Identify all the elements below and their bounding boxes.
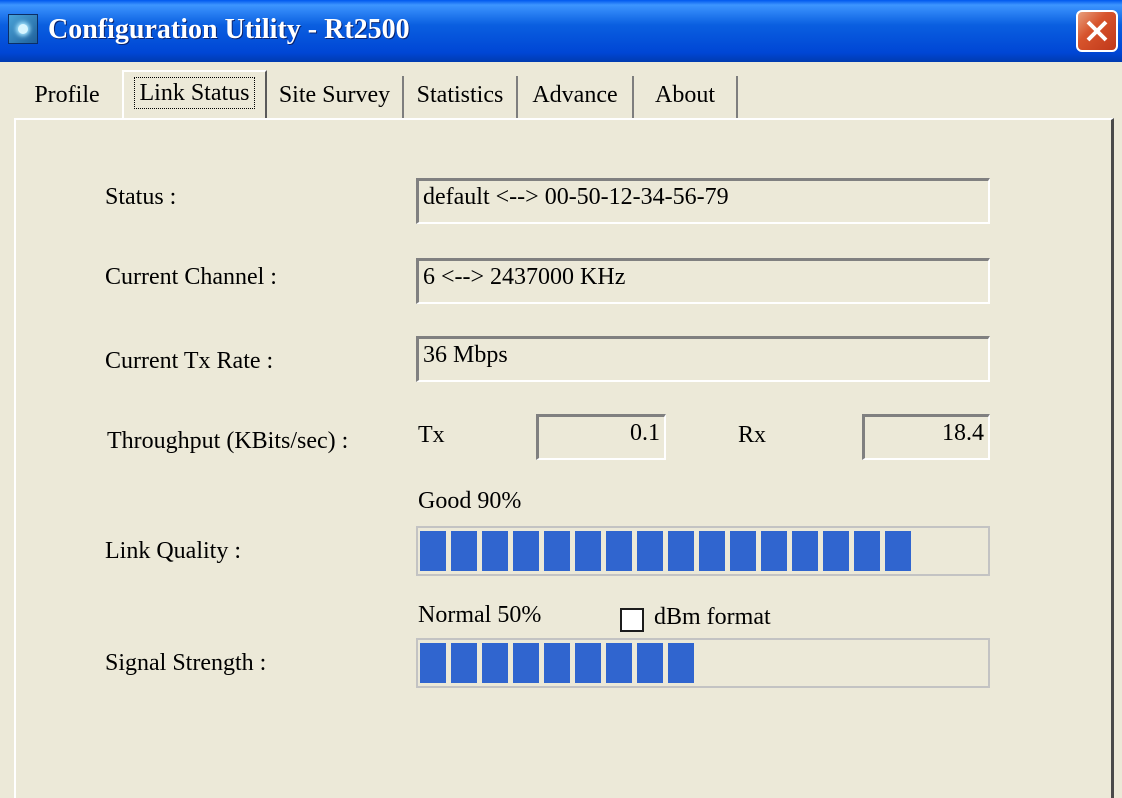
- tab-site-survey[interactable]: Site Survey: [267, 76, 404, 118]
- tx-rate-field: 36 Mbps: [416, 336, 990, 382]
- tab-label: Advance: [532, 82, 618, 108]
- link-quality-label: Link Quality :: [105, 538, 241, 564]
- title-bar[interactable]: Configuration Utility - Rt2500: [0, 0, 1122, 62]
- link-quality-bar-fill: [420, 531, 911, 571]
- dbm-format-checkbox[interactable]: [620, 608, 644, 632]
- tab-advance[interactable]: Advance: [518, 76, 634, 118]
- tx-label: Tx: [418, 422, 445, 448]
- tx-throughput-field: 0.1: [536, 414, 666, 460]
- throughput-label: Throughput (KBits/sec) :: [107, 428, 349, 454]
- tab-label: Statistics: [416, 82, 504, 108]
- signal-strength-bar-fill: [420, 643, 694, 683]
- tab-label: About: [655, 82, 715, 108]
- close-icon: [1086, 20, 1108, 42]
- tab-label: Profile: [34, 82, 100, 108]
- status-label: Status :: [105, 184, 177, 210]
- tab-link-status[interactable]: Link Status: [122, 70, 267, 120]
- app-icon[interactable]: [8, 14, 38, 44]
- tx-rate-label: Current Tx Rate :: [105, 348, 274, 374]
- window-title: Configuration Utility - Rt2500: [48, 14, 410, 45]
- rx-label: Rx: [738, 422, 767, 448]
- tab-label: Link Status: [134, 77, 255, 109]
- link-quality-bar: [416, 526, 990, 576]
- dbm-format-label[interactable]: dBm format: [654, 604, 771, 631]
- signal-strength-bar: [416, 638, 990, 688]
- tab-about[interactable]: About: [634, 76, 738, 118]
- tab-profile[interactable]: Profile: [22, 76, 112, 118]
- close-button[interactable]: [1076, 10, 1118, 52]
- rx-throughput-field: 18.4: [862, 414, 990, 460]
- signal-strength-label: Signal Strength :: [105, 650, 267, 676]
- channel-label: Current Channel :: [105, 264, 277, 290]
- tab-label: Site Survey: [278, 82, 391, 108]
- channel-field: 6 <--> 2437000 KHz: [416, 258, 990, 304]
- signal-strength-text: Normal 50%: [418, 602, 542, 628]
- status-field: default <--> 00-50-12-34-56-79: [416, 178, 990, 224]
- tab-statistics[interactable]: Statistics: [404, 76, 518, 118]
- tab-bar: Profile Link Status Site Survey Statisti…: [0, 62, 1122, 122]
- link-quality-text: Good 90%: [418, 488, 522, 514]
